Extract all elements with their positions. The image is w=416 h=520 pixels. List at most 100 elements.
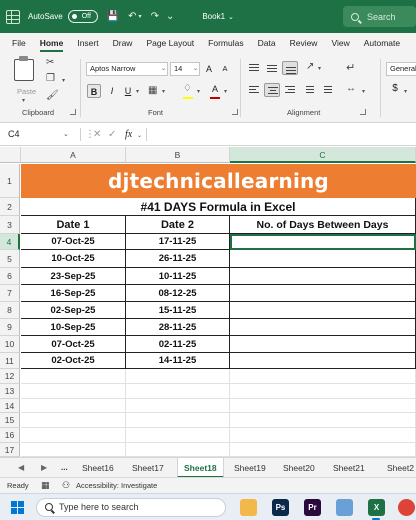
- accessibility-status[interactable]: Accessibility: Investigate: [76, 478, 157, 493]
- row-header-17[interactable]: 17: [0, 443, 20, 457]
- taskbar-notepad-icon[interactable]: [336, 499, 353, 516]
- cell-b16[interactable]: [126, 428, 230, 443]
- alignment-launcher-icon[interactable]: [360, 109, 366, 115]
- row-header-4[interactable]: 4: [0, 234, 20, 250]
- number-format-box[interactable]: General: [386, 62, 416, 76]
- cell-b11[interactable]: 14-11-25: [126, 353, 230, 369]
- menu-tab-formulas[interactable]: Formulas: [201, 38, 250, 48]
- sheet-tab-sheet17[interactable]: Sheet17: [126, 458, 170, 478]
- align-left-button[interactable]: [246, 83, 262, 97]
- cell-b8[interactable]: 15-11-25: [126, 302, 230, 319]
- cell-a8[interactable]: 02-Sep-25: [21, 302, 126, 319]
- menu-tab-home[interactable]: Home: [33, 38, 71, 52]
- column-header-b[interactable]: B: [126, 147, 230, 163]
- row-header-9[interactable]: 9: [0, 319, 20, 336]
- undo-icon[interactable]: ↶: [128, 11, 136, 22]
- cell-b12[interactable]: [126, 369, 230, 384]
- row-header-1[interactable]: 1: [0, 164, 20, 198]
- enter-icon[interactable]: ✓: [108, 127, 116, 142]
- menu-tab-data[interactable]: Data: [251, 38, 283, 48]
- copy-dropdown-icon[interactable]: ▾: [62, 77, 65, 84]
- insert-function-button[interactable]: fx: [125, 127, 132, 142]
- scroll-tabs-left-icon[interactable]: ◀: [18, 458, 24, 478]
- row-header-13[interactable]: 13: [0, 384, 20, 399]
- name-box-dropdown-icon[interactable]: ⌄: [63, 127, 69, 142]
- macro-record-icon[interactable]: ▦: [41, 478, 50, 493]
- row-header-11[interactable]: 11: [0, 353, 20, 369]
- row-header-14[interactable]: 14: [0, 399, 20, 413]
- merge-dropdown-icon[interactable]: ▾: [362, 88, 365, 95]
- cell-a4[interactable]: 07-Oct-25: [21, 234, 126, 250]
- cell-c6[interactable]: [230, 268, 416, 285]
- font-name-dropdown-icon[interactable]: ⌄: [161, 65, 166, 72]
- borders-icon[interactable]: ▦: [148, 85, 157, 96]
- scroll-tabs-right-icon[interactable]: ▶: [41, 458, 47, 478]
- menu-tab-insert[interactable]: Insert: [70, 38, 105, 48]
- cell-a10[interactable]: 07-Oct-25: [21, 336, 126, 353]
- font-color-dropdown-icon[interactable]: ▾: [224, 88, 227, 95]
- cell-b15[interactable]: [126, 413, 230, 428]
- currency-button[interactable]: $: [388, 82, 402, 96]
- grow-font-button[interactable]: A: [202, 62, 216, 76]
- row-header-7[interactable]: 7: [0, 285, 20, 302]
- orientation-icon[interactable]: ↗: [306, 61, 314, 72]
- align-right-button[interactable]: [282, 83, 298, 97]
- row-header-15[interactable]: 15: [0, 413, 20, 428]
- sheet-tab-sheet16[interactable]: Sheet16: [76, 458, 120, 478]
- cell-b6[interactable]: 10-11-25: [126, 268, 230, 285]
- undo-dropdown-icon[interactable]: ▾: [139, 13, 142, 20]
- cell-a12[interactable]: [21, 369, 126, 384]
- paste-icon[interactable]: [14, 56, 34, 81]
- column-header-a[interactable]: A: [21, 147, 126, 163]
- italic-button[interactable]: I: [105, 84, 119, 98]
- cell-a15[interactable]: [21, 413, 126, 428]
- underline-button[interactable]: U: [121, 84, 135, 98]
- cell-c10[interactable]: [230, 336, 416, 353]
- cell-b14[interactable]: [126, 399, 230, 413]
- cell-c12[interactable]: [230, 369, 416, 384]
- cell-b5[interactable]: 26-11-25: [126, 250, 230, 268]
- sheet-tab-sheet19[interactable]: Sheet19: [228, 458, 272, 478]
- sheet-tab-sheet2[interactable]: Sheet2: [381, 458, 416, 478]
- row-header-16[interactable]: 16: [0, 428, 20, 443]
- cell-a13[interactable]: [21, 384, 126, 399]
- cell-c14[interactable]: [230, 399, 416, 413]
- bottom-align-button[interactable]: [282, 61, 298, 75]
- save-icon[interactable]: 💾: [107, 11, 119, 22]
- more-commands-icon[interactable]: ⌄: [166, 11, 174, 22]
- row-header-12[interactable]: 12: [0, 369, 20, 384]
- fill-color-dropdown-icon[interactable]: ▾: [197, 88, 200, 95]
- cell-a11[interactable]: 02-Oct-25: [21, 353, 126, 369]
- cell-a14[interactable]: [21, 399, 126, 413]
- sheet-banner[interactable]: djtechnicallearning: [21, 164, 416, 198]
- row-header-8[interactable]: 8: [0, 302, 20, 319]
- increase-indent-button[interactable]: [318, 83, 334, 97]
- autosave-toggle[interactable]: Off: [67, 10, 98, 23]
- shrink-font-button[interactable]: A: [218, 62, 232, 76]
- search-box[interactable]: Search: [343, 6, 416, 27]
- wrap-text-icon[interactable]: ↵: [346, 61, 355, 74]
- cell-a5[interactable]: 10-Oct-25: [21, 250, 126, 268]
- row-header-6[interactable]: 6: [0, 268, 20, 285]
- cell-b17[interactable]: [126, 443, 230, 457]
- menu-tab-file[interactable]: File: [0, 38, 33, 48]
- cell-c13[interactable]: [230, 384, 416, 399]
- bold-button[interactable]: B: [87, 84, 101, 98]
- cell-c5[interactable]: [230, 250, 416, 268]
- sheet-subtitle[interactable]: #41 DAYS Formula in Excel: [21, 198, 416, 216]
- cell-c17[interactable]: [230, 443, 416, 457]
- cell-c7[interactable]: [230, 285, 416, 302]
- format-painter-icon[interactable]: 🖌: [46, 90, 59, 101]
- cancel-icon[interactable]: ✕: [93, 127, 101, 142]
- more-sheets-button[interactable]: ...: [61, 458, 68, 478]
- taskbar-search-box[interactable]: Type here to search: [36, 498, 226, 517]
- align-center-button[interactable]: [264, 83, 280, 97]
- row-header-3[interactable]: 3: [0, 216, 20, 234]
- row-header-10[interactable]: 10: [0, 336, 20, 353]
- font-name-box[interactable]: Aptos Narrow: [86, 62, 168, 76]
- borders-dropdown-icon[interactable]: ▾: [162, 88, 165, 95]
- cell-c8[interactable]: [230, 302, 416, 319]
- select-all-corner[interactable]: [0, 147, 21, 163]
- taskbar-excel-icon[interactable]: X: [368, 499, 385, 516]
- sheet-tab-sheet18[interactable]: Sheet18: [177, 458, 224, 478]
